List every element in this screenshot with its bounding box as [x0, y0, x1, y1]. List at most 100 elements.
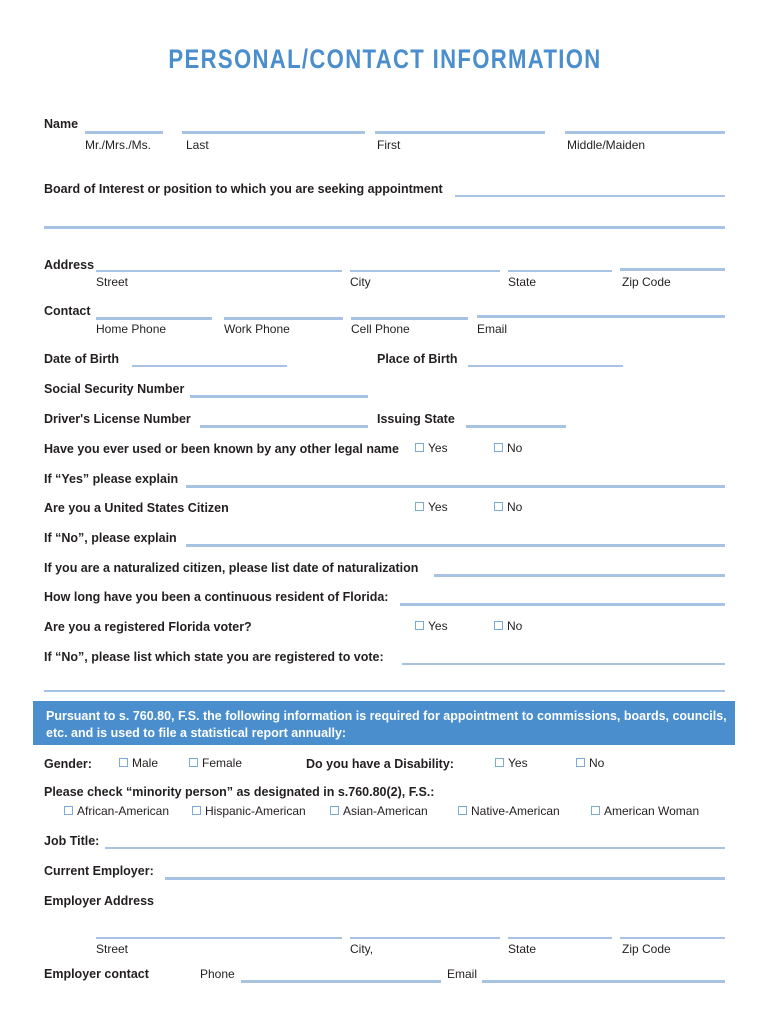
other-legal-name-no-label: No	[507, 441, 523, 455]
name-last-input-line[interactable]	[182, 131, 365, 134]
employer-zip-input-line[interactable]	[620, 937, 725, 939]
job-title-input-line[interactable]	[105, 847, 725, 849]
issuing-state-input-line[interactable]	[466, 425, 566, 428]
employer-city-input-line[interactable]	[350, 937, 500, 939]
page-title: PERSONAL/CONTACT INFORMATION	[168, 44, 602, 74]
address-state-input-line[interactable]	[508, 270, 612, 272]
employer-sublabel-city: City,	[350, 942, 374, 956]
other-legal-name-explain-label: If “Yes” please explain	[44, 472, 179, 486]
disability-no-checkbox[interactable]	[576, 758, 585, 767]
registered-voter-label: Are you a registered Florida voter?	[44, 620, 252, 634]
voter-state-input-line[interactable]	[402, 663, 725, 665]
voter-state-label: If “No”, please list which state you are…	[44, 650, 384, 664]
employer-sublabel-state: State	[508, 942, 537, 956]
registered-voter-no-label: No	[507, 619, 523, 633]
us-citizen-explain-label: If “No”, please explain	[44, 531, 177, 545]
disability-yes-label: Yes	[508, 756, 528, 770]
other-legal-name-yes-checkbox[interactable]	[415, 443, 424, 452]
florida-residency-input-line[interactable]	[400, 603, 725, 606]
us-citizen-explain-input-line[interactable]	[186, 544, 725, 547]
minority-native-american-label: Native-American	[471, 804, 560, 818]
name-first-input-line[interactable]	[375, 131, 545, 134]
board-of-interest-input-line-2[interactable]	[44, 226, 725, 229]
gender-female-checkbox[interactable]	[189, 758, 198, 767]
disability-no-label: No	[589, 756, 605, 770]
place-of-birth-input-line[interactable]	[468, 365, 623, 367]
job-title-label: Job Title:	[44, 834, 100, 848]
contact-sublabel-email: Email	[477, 322, 508, 336]
minority-american-woman-checkbox[interactable]	[591, 806, 600, 815]
naturalization-input-line[interactable]	[434, 574, 725, 577]
name-sublabel-last: Last	[186, 138, 209, 152]
date-of-birth-label: Date of Birth	[44, 352, 119, 366]
employer-email-label: Email	[447, 967, 478, 981]
minority-african-american-checkbox[interactable]	[64, 806, 73, 815]
us-citizen-yes-label: Yes	[428, 500, 448, 514]
registered-voter-yes-label: Yes	[428, 619, 448, 633]
form-page: PERSONAL/CONTACT INFORMATION Name Mr./Mr…	[0, 0, 770, 1024]
contact-home-phone-input-line[interactable]	[96, 317, 212, 320]
other-legal-name-label: Have you ever used or been known by any …	[44, 442, 399, 456]
address-city-input-line[interactable]	[350, 270, 500, 272]
employer-sublabel-zip: Zip Code	[622, 942, 671, 956]
employer-phone-label: Phone	[200, 967, 235, 981]
address-sublabel-city: City	[350, 275, 371, 289]
address-street-input-line[interactable]	[96, 270, 342, 272]
statutory-notice-text: Pursuant to s. 760.80, F.S. the followin…	[46, 709, 727, 740]
date-of-birth-input-line[interactable]	[132, 365, 287, 367]
employer-state-input-line[interactable]	[508, 937, 612, 939]
address-sublabel-street: Street	[96, 275, 129, 289]
board-of-interest-input-line-1[interactable]	[455, 195, 725, 197]
employer-street-input-line[interactable]	[96, 937, 342, 939]
contact-work-phone-input-line[interactable]	[224, 317, 343, 320]
other-legal-name-explain-input-line[interactable]	[186, 485, 725, 488]
current-employer-input-line[interactable]	[165, 877, 725, 880]
contact-label: Contact	[44, 304, 91, 318]
contact-cell-phone-input-line[interactable]	[351, 317, 468, 320]
gender-male-checkbox[interactable]	[119, 758, 128, 767]
contact-sublabel-cell-phone: Cell Phone	[351, 322, 410, 336]
florida-residency-label: How long have you been a continuous resi…	[44, 590, 389, 604]
drivers-license-label: Driver's License Number	[44, 412, 191, 426]
registered-voter-yes-checkbox[interactable]	[415, 621, 424, 630]
name-middle-input-line[interactable]	[565, 131, 725, 134]
ssn-input-line[interactable]	[190, 395, 368, 398]
contact-sublabel-work-phone: Work Phone	[224, 322, 290, 336]
us-citizen-label: Are you a United States Citizen	[44, 501, 229, 515]
naturalization-label: If you are a naturalized citizen, please…	[44, 561, 419, 575]
minority-african-american-label: African-American	[77, 804, 170, 818]
employer-sublabel-street: Street	[96, 942, 129, 956]
minority-asian-american-checkbox[interactable]	[330, 806, 339, 815]
minority-person-label: Please check “minority person” as design…	[44, 785, 435, 799]
employer-phone-input-line[interactable]	[241, 980, 441, 983]
issuing-state-label: Issuing State	[377, 412, 455, 426]
gender-label: Gender:	[44, 757, 92, 771]
minority-american-woman-label: American Woman	[604, 804, 700, 818]
minority-asian-american-label: Asian-American	[343, 804, 428, 818]
employer-contact-label: Employer contact	[44, 967, 149, 981]
address-zip-input-line[interactable]	[620, 268, 725, 271]
disability-yes-checkbox[interactable]	[495, 758, 504, 767]
us-citizen-no-checkbox[interactable]	[494, 502, 503, 511]
place-of-birth-label: Place of Birth	[377, 352, 458, 366]
other-legal-name-yes-label: Yes	[428, 441, 448, 455]
employer-email-input-line[interactable]	[482, 980, 725, 983]
other-legal-name-no-checkbox[interactable]	[494, 443, 503, 452]
us-citizen-no-label: No	[507, 500, 523, 514]
current-employer-label: Current Employer:	[44, 864, 154, 878]
drivers-license-input-line[interactable]	[200, 425, 368, 428]
gender-male-label: Male	[132, 756, 159, 770]
minority-native-american-checkbox[interactable]	[458, 806, 467, 815]
registered-voter-no-checkbox[interactable]	[494, 621, 503, 630]
name-sublabel-middle: Middle/Maiden	[567, 138, 646, 152]
contact-sublabel-home-phone: Home Phone	[96, 322, 167, 336]
voter-state-input-line-2[interactable]	[44, 690, 725, 692]
board-of-interest-label: Board of Interest or position to which y…	[44, 182, 443, 196]
minority-hispanic-american-label: Hispanic-American	[205, 804, 306, 818]
contact-email-input-line[interactable]	[477, 315, 725, 318]
name-prefix-input-line[interactable]	[85, 131, 163, 134]
us-citizen-yes-checkbox[interactable]	[415, 502, 424, 511]
gender-female-label: Female	[202, 756, 243, 770]
name-sublabel-first: First	[377, 138, 401, 152]
minority-hispanic-american-checkbox[interactable]	[192, 806, 201, 815]
